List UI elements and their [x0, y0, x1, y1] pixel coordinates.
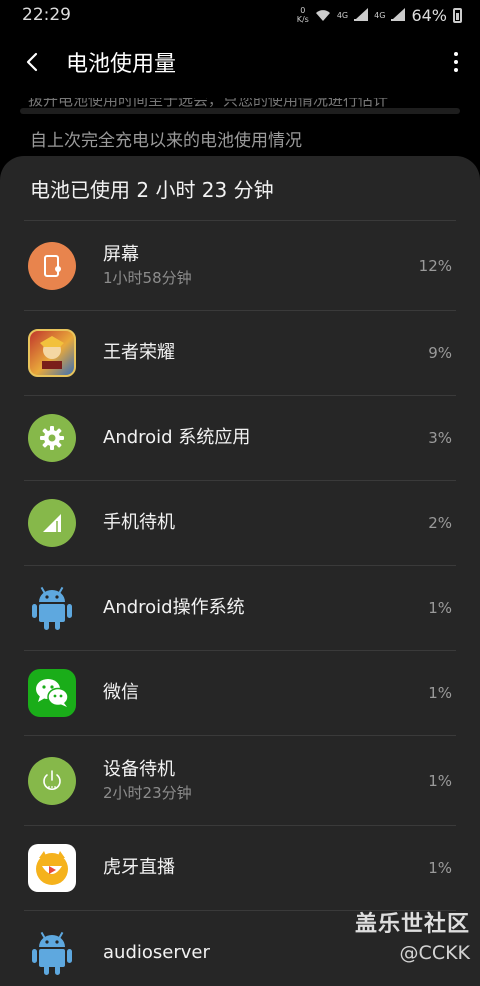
- status-icons: 0 K/s 4G 4G 64%: [297, 6, 462, 25]
- item-percent: 1%: [428, 859, 452, 877]
- item-percent: 1%: [428, 599, 452, 617]
- item-percent: 2%: [428, 514, 452, 532]
- back-button[interactable]: [0, 30, 66, 94]
- gear-icon: [28, 414, 76, 462]
- item-name: 王者荣耀: [103, 342, 175, 363]
- item-percent: 9%: [428, 344, 452, 362]
- item-name: Android 系统应用: [103, 427, 251, 448]
- more-dot-icon: [454, 68, 458, 72]
- cell-signal-icon-1: [354, 8, 369, 21]
- honor-of-kings-icon: [28, 329, 76, 377]
- item-name: 手机待机: [103, 512, 175, 533]
- huya-icon: [28, 844, 76, 892]
- item-percent: 12%: [418, 256, 452, 275]
- usage-item-android-os[interactable]: Android操作系统 1%: [0, 566, 480, 650]
- usage-item-huya[interactable]: 虎牙直播 1%: [0, 826, 480, 910]
- usage-item-phone-idle[interactable]: 手机待机 2%: [0, 481, 480, 565]
- network-speed-indicator: 0 K/s: [296, 6, 309, 24]
- cell-signal-icon: [28, 499, 76, 547]
- power-icon: [28, 756, 76, 805]
- hint-divider: [20, 108, 460, 114]
- chevron-left-icon: [26, 52, 38, 72]
- battery-usage-card: 电池已使用 2 小时 23 分钟 屏幕 1小时58分钟 12% 王者荣耀 9% …: [0, 156, 480, 986]
- usage-item-honor-of-kings[interactable]: 王者荣耀 9%: [0, 311, 480, 395]
- wifi-icon: [315, 9, 330, 21]
- watermark-author: @CCKK: [399, 942, 470, 964]
- item-duration: 1小时58分钟: [103, 268, 192, 287]
- usage-item-android-system-apps[interactable]: Android 系统应用 3%: [0, 396, 480, 480]
- item-name: 屏幕: [103, 243, 139, 265]
- usage-total: 电池已使用 2 小时 23 分钟: [30, 178, 274, 202]
- more-dot-icon: [454, 60, 458, 64]
- item-name: 虎牙直播: [103, 857, 175, 878]
- wechat-icon: [28, 669, 76, 717]
- android-icon: [32, 931, 72, 975]
- usage-item-screen[interactable]: 屏幕 1小时58分钟 12%: [0, 221, 480, 310]
- item-percent: 1%: [428, 684, 452, 702]
- android-icon: [32, 586, 72, 630]
- status-bar: 22:29 0 K/s 4G 4G 64%: [0, 0, 480, 30]
- item-percent: 3%: [428, 429, 452, 447]
- watermark-community-name: 盖乐世社区: [354, 912, 470, 937]
- item-duration: 2小时23分钟: [103, 783, 192, 802]
- section-label: 自上次完全充电以来的电池使用情况: [30, 131, 302, 151]
- status-time: 22:29: [22, 5, 71, 25]
- signal-4g-label-2: 4G: [374, 10, 386, 20]
- page-title: 电池使用量: [66, 52, 177, 77]
- item-percent: 1%: [428, 771, 452, 790]
- usage-item-wechat[interactable]: 微信 1%: [0, 651, 480, 735]
- usage-item-device-idle[interactable]: 设备待机 2小时23分钟 1%: [0, 736, 480, 825]
- signal-4g-label-1: 4G: [336, 10, 349, 20]
- more-dot-icon: [454, 52, 458, 56]
- item-name: Android操作系统: [103, 597, 245, 618]
- more-options-button[interactable]: [432, 30, 480, 94]
- cell-signal-icon-2: [391, 8, 406, 21]
- item-name: 微信: [103, 682, 139, 703]
- watermark: 盖乐世社区 @CCKK: [355, 906, 470, 964]
- app-bar: 电池使用量: [0, 30, 480, 94]
- item-name: 设备待机: [103, 758, 175, 780]
- battery-icon: [453, 7, 462, 23]
- battery-percent: 64%: [411, 5, 447, 25]
- screen-icon: [28, 241, 76, 290]
